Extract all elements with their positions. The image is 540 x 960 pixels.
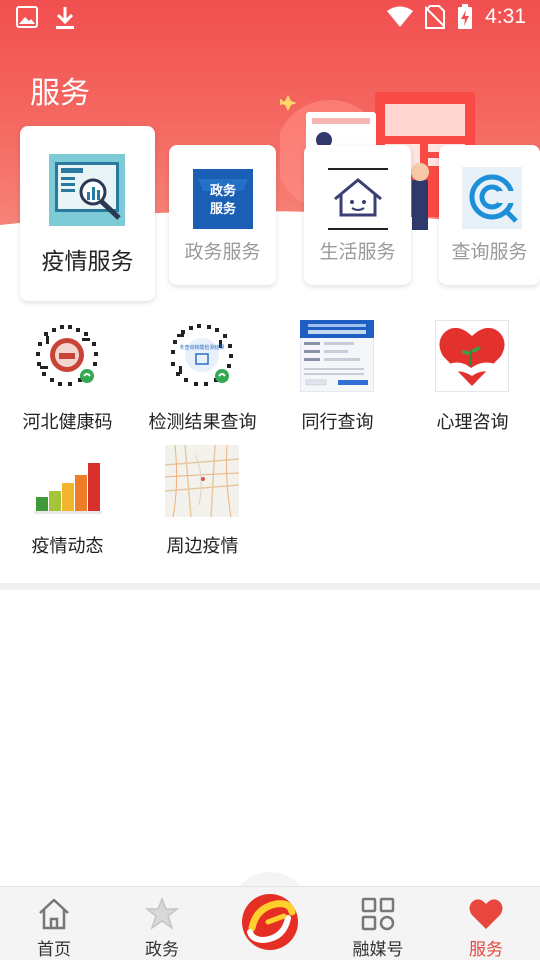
bar-chart-icon [34,463,102,514]
nav-label: 服务 [469,940,503,960]
service-label: 周边疫情 [166,536,239,557]
qr-caption: 冬查询核酸检测结果 [179,344,224,351]
service-label: 心理咨询 [436,412,509,433]
status-time: 4:31 [485,5,526,28]
download-icon [56,7,74,29]
nav-service[interactable]: 服务 [432,887,540,960]
life-house-icon [327,167,389,231]
section-divider [0,583,540,590]
category-label: 疫情服务 [41,249,134,275]
page-title: 服务 [30,76,90,111]
nav-home[interactable]: 首页 [0,887,108,960]
nav-label: 融媒号 [352,940,404,960]
service-companion-query[interactable]: 同行查询 [270,318,405,438]
epidemic-monitor-icon [49,154,125,226]
service-nearby-epidemic[interactable]: 周边疫情 [135,443,270,563]
service-health-code[interactable]: 河北健康码 [0,318,135,438]
category-tab-life[interactable]: 生活服务 [304,145,411,285]
service-label: 疫情动态 [31,536,104,557]
image-icon [16,6,38,28]
heart-hands-icon [435,320,509,392]
gov-service-icon: 政务 服务 [193,169,253,229]
nav-label: 政务 [145,940,179,960]
center-logo-icon[interactable] [238,890,302,954]
category-tab-gov[interactable]: 政务 服务 政务服务 [169,145,276,285]
test-result-qr-icon: 冬查询核酸检测结果 [168,321,236,389]
status-bar: 4:31 [0,0,540,36]
category-tab-query[interactable]: 查询服务 [439,145,540,285]
service-label: 检测结果查询 [148,412,257,433]
service-label: 同行查询 [301,412,374,433]
svg-text:政务: 政务 [210,183,237,199]
no-sim-icon [425,5,446,29]
service-test-result[interactable]: 冬查询核酸检测结果 检测结果查询 [135,318,270,438]
grid-icon [361,897,395,931]
service-screen: 4:31 服务 疫情服务 政务 服务 政务服务 生活服务 查询服务 河北健康码 … [0,0,540,960]
home-icon [39,898,69,930]
star-icon [144,896,180,930]
service-epidemic-trend[interactable]: 疫情动态 [0,443,135,563]
category-label: 生活服务 [319,241,396,263]
category-label: 查询服务 [451,241,528,263]
service-psych-consult[interactable]: 心理咨询 [405,318,540,438]
battery-charging-icon [458,4,473,29]
nav-label: 首页 [37,940,71,960]
nav-media[interactable]: 融媒号 [324,887,432,960]
category-label: 政务服务 [184,241,261,263]
category-tab-epidemic[interactable]: 疫情服务 [20,126,155,301]
companion-query-screenshot [300,320,374,392]
svg-text:服务: 服务 [210,201,237,217]
query-logo-icon [462,167,522,229]
wifi-icon [387,6,414,27]
nav-gov[interactable]: 政务 [108,887,216,960]
health-code-qr-icon [33,321,101,389]
service-label: 河北健康码 [22,412,113,433]
heart-icon [469,899,503,929]
map-icon [165,445,239,517]
